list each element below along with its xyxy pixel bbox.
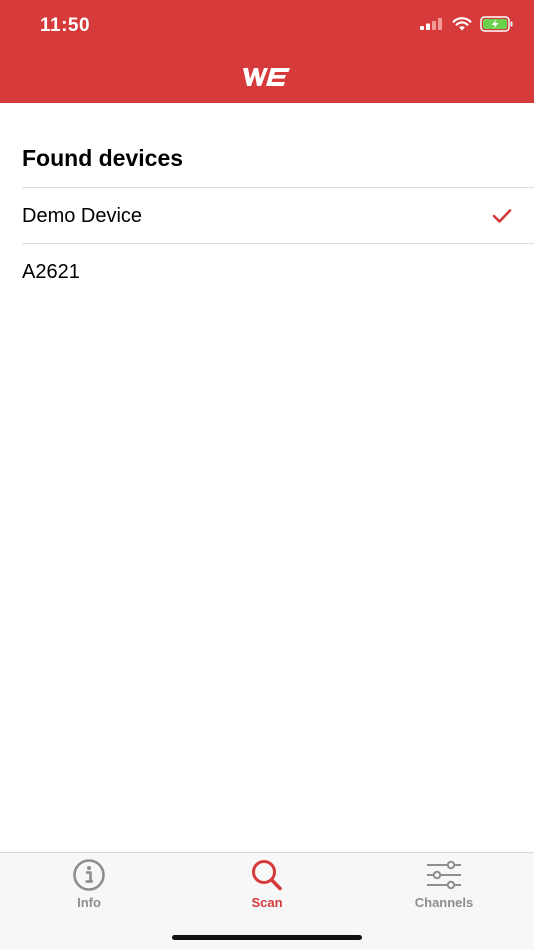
- brand-logo: [243, 67, 291, 87]
- info-icon: [73, 859, 105, 891]
- tab-info[interactable]: Info: [29, 859, 149, 919]
- tab-scan[interactable]: Scan: [207, 859, 327, 919]
- device-row-demo-device[interactable]: Demo Device: [0, 188, 534, 244]
- device-row-a2621[interactable]: A2621: [0, 244, 534, 300]
- app-header: 11:50: [0, 0, 534, 103]
- status-icons: [420, 16, 514, 32]
- page-title: Found devices: [22, 145, 184, 171]
- tab-channels[interactable]: Channels: [384, 859, 504, 919]
- search-icon: [252, 860, 282, 891]
- device-name: A2621: [22, 260, 80, 283]
- sliders-icon: [427, 860, 461, 890]
- home-indicator[interactable]: [172, 935, 362, 940]
- device-name: Demo Device: [22, 204, 143, 227]
- battery-charging-icon: [480, 16, 513, 32]
- status-time: 11:50: [40, 15, 91, 36]
- tab-label: Channels: [414, 895, 474, 910]
- tab-bar: Info Scan Channels: [0, 852, 534, 950]
- wifi-icon: [452, 17, 472, 31]
- checkmark-icon: [492, 209, 512, 223]
- cellular-signal-icon: [420, 18, 442, 30]
- tab-label: Scan: [251, 895, 283, 910]
- tab-label: Info: [77, 895, 101, 910]
